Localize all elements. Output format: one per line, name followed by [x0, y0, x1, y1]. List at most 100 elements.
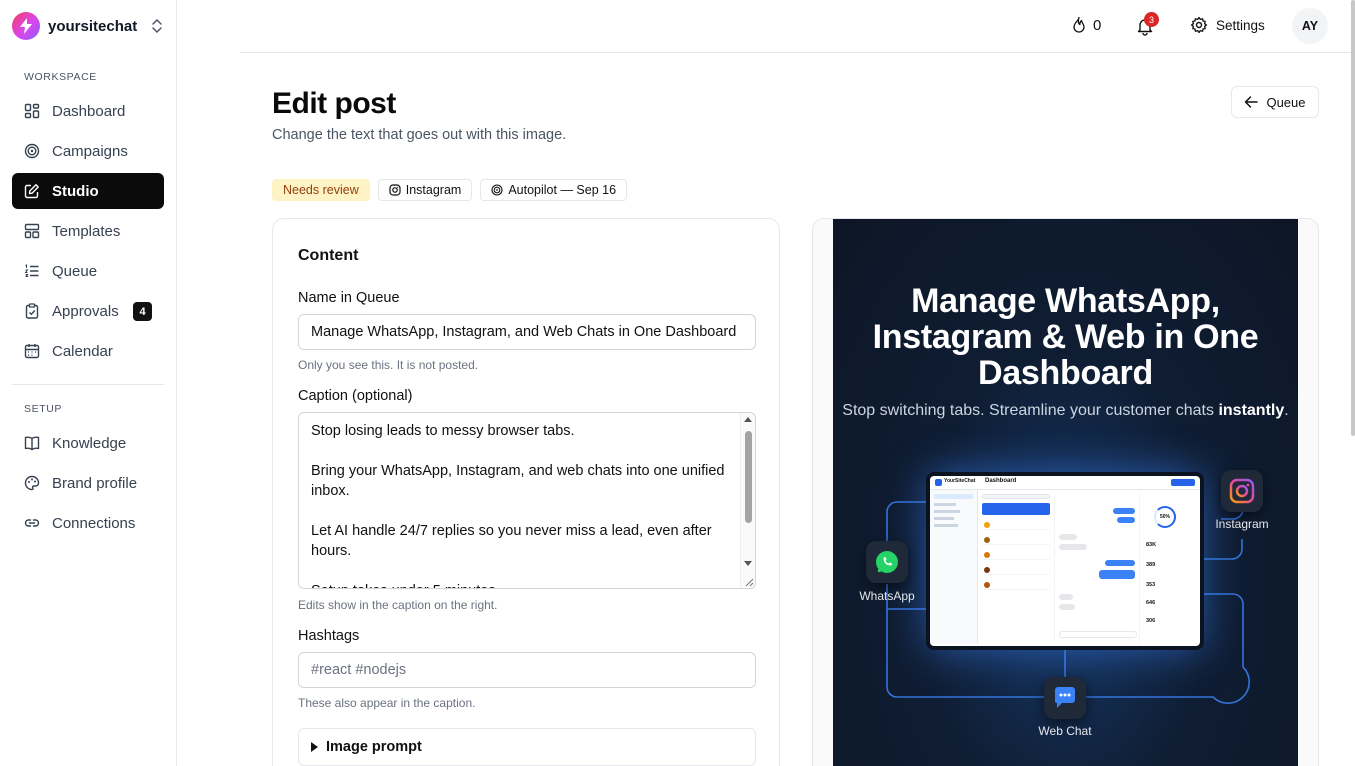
mockup-stat: 389: [1146, 562, 1156, 568]
mockup-percent: 50%: [1154, 506, 1176, 528]
streak-count: 0: [1093, 16, 1102, 34]
status-badge: Needs review: [272, 179, 370, 201]
scroll-down-arrow-icon[interactable]: [744, 561, 752, 566]
workspace-name: yoursitechat: [48, 17, 138, 35]
sidebar-item-label: Studio: [52, 182, 99, 200]
webchat-label: Web Chat: [1038, 724, 1092, 738]
streak-counter[interactable]: 0: [1071, 16, 1101, 34]
sidebar-item-label: Knowledge: [52, 434, 127, 452]
templates-icon: [24, 223, 40, 239]
hashtags-label: Hashtags: [298, 628, 360, 644]
top-bar: 0 3 Settings AY: [240, 0, 1355, 53]
bolt-icon: [20, 18, 32, 34]
platform-label: Instagram: [405, 183, 462, 197]
preview-card: Manage WhatsApp, Instagram & Web in One …: [812, 218, 1319, 766]
book-icon: [24, 435, 40, 451]
sidebar-item-label: Campaigns: [52, 142, 128, 160]
edit-icon: [24, 183, 40, 199]
settings-button[interactable]: Settings: [1190, 16, 1265, 34]
sidebar-item-studio[interactable]: Studio: [12, 173, 164, 209]
mockup-stat: 646: [1146, 600, 1156, 606]
sidebar-item-label: Approvals: [52, 302, 119, 320]
sidebar-item-campaigns[interactable]: Campaigns: [12, 133, 164, 169]
chevron-up-down-icon: [152, 18, 162, 34]
content-heading: Content: [298, 247, 359, 264]
page-scrollbar[interactable]: [1351, 0, 1355, 436]
instagram-app-icon: [1221, 470, 1263, 512]
mockup-brand: YourSiteChat: [944, 478, 976, 484]
sidebar-divider: [12, 384, 164, 385]
caption-label: Caption (optional): [298, 388, 413, 404]
webchat-app-icon: [1044, 677, 1086, 719]
mockup-button: [1171, 479, 1195, 486]
mockup-header: YourSiteChat Dashboard: [930, 476, 1200, 490]
scroll-up-arrow-icon[interactable]: [744, 417, 752, 422]
resize-handle-icon[interactable]: [742, 575, 754, 587]
notification-badge: 3: [1144, 12, 1159, 27]
mockup-logo: [935, 479, 942, 486]
instagram-label: Instagram: [1215, 517, 1269, 531]
whatsapp-app-icon: [866, 541, 908, 583]
target-icon: [24, 143, 40, 159]
sidebar-item-label: Templates: [52, 222, 121, 240]
sidebar-item-label: Queue: [52, 262, 98, 280]
sidebar: yoursitechat WORKSPACE Dashboard Campaig…: [0, 0, 177, 766]
mockup-chat: [1054, 494, 1140, 642]
approvals-count-badge: 4: [133, 302, 152, 321]
link-icon: [24, 515, 40, 531]
content-card: Content Name in Queue Manage WhatsApp, I…: [272, 218, 780, 766]
app-root: yoursitechat WORKSPACE Dashboard Campaig…: [0, 0, 1355, 766]
workspace-switcher[interactable]: yoursitechat: [12, 12, 166, 40]
scroll-thumb[interactable]: [745, 431, 752, 523]
caption-scrollbar[interactable]: [740, 413, 755, 588]
schedule-label: Autopilot — Sep 16: [508, 183, 617, 197]
sidebar-item-connections[interactable]: Connections: [12, 505, 164, 541]
hashtags-help-text: These also appear in the caption.: [298, 696, 476, 710]
mockup-stat: 83K: [1146, 542, 1157, 548]
caption-text: Stop losing leads to messy browser tabs.…: [311, 423, 725, 588]
hashtags-input[interactable]: #react #nodejs: [298, 652, 756, 688]
back-to-queue-button[interactable]: Queue: [1231, 86, 1319, 118]
back-button-label: Queue: [1266, 94, 1306, 110]
sidebar-item-dashboard[interactable]: Dashboard: [12, 93, 164, 129]
sidebar-item-label: Connections: [52, 514, 136, 532]
avatar[interactable]: AY: [1292, 8, 1328, 44]
sidebar-item-templates[interactable]: Templates: [12, 213, 164, 249]
arrow-left-icon: [1245, 96, 1259, 108]
sidebar-item-label: Brand profile: [52, 474, 138, 492]
settings-label: Settings: [1216, 17, 1265, 33]
app-logo: [12, 12, 40, 40]
name-help-text: Only you see this. It is not posted.: [298, 358, 479, 372]
page-subtitle: Change the text that goes out with this …: [272, 127, 567, 143]
dashboard-mockup: YourSiteChat Dashboard 50% 83K 389 353 6…: [926, 472, 1204, 650]
sidebar-item-brand-profile[interactable]: Brand profile: [12, 465, 164, 501]
setup-section-label: SETUP: [24, 403, 63, 415]
calendar-icon: [24, 343, 40, 359]
image-prompt-toggle[interactable]: Image prompt: [298, 728, 756, 766]
list-icon: [24, 263, 40, 279]
name-label: Name in Queue: [298, 290, 400, 306]
caption-textarea[interactable]: Stop losing leads to messy browser tabs.…: [298, 412, 756, 589]
mockup-title: Dashboard: [985, 478, 1017, 484]
page-title: Edit post: [272, 87, 396, 120]
name-input[interactable]: Manage WhatsApp, Instagram, and Web Chat…: [298, 314, 756, 350]
mockup-stat: 306: [1146, 618, 1156, 624]
gear-icon: [1190, 16, 1208, 34]
sidebar-item-knowledge[interactable]: Knowledge: [12, 425, 164, 461]
dashboard-screen: YourSiteChat Dashboard 50% 83K 389 353 6…: [930, 476, 1200, 646]
sidebar-item-label: Calendar: [52, 342, 113, 360]
palette-icon: [24, 475, 40, 491]
sidebar-item-queue[interactable]: Queue: [12, 253, 164, 289]
whatsapp-label: WhatsApp: [859, 589, 915, 603]
flame-icon: [1073, 16, 1085, 33]
image-prompt-label: Image prompt: [326, 739, 422, 755]
sidebar-item-approvals[interactable]: Approvals 4: [12, 293, 164, 329]
instagram-icon: [389, 184, 401, 196]
schedule-chip: Autopilot — Sep 16: [480, 179, 628, 201]
mockup-stats: 50% 83K 389 353 646 306: [1144, 494, 1196, 642]
status-chips: Needs review Instagram Autopilot — Sep 1…: [272, 179, 628, 201]
sidebar-item-calendar[interactable]: Calendar: [12, 333, 164, 369]
post-image-preview: Manage WhatsApp, Instagram & Web in One …: [833, 219, 1298, 766]
chat-bubble-icon: [1055, 687, 1075, 708]
instagram-icon: [1229, 478, 1255, 504]
